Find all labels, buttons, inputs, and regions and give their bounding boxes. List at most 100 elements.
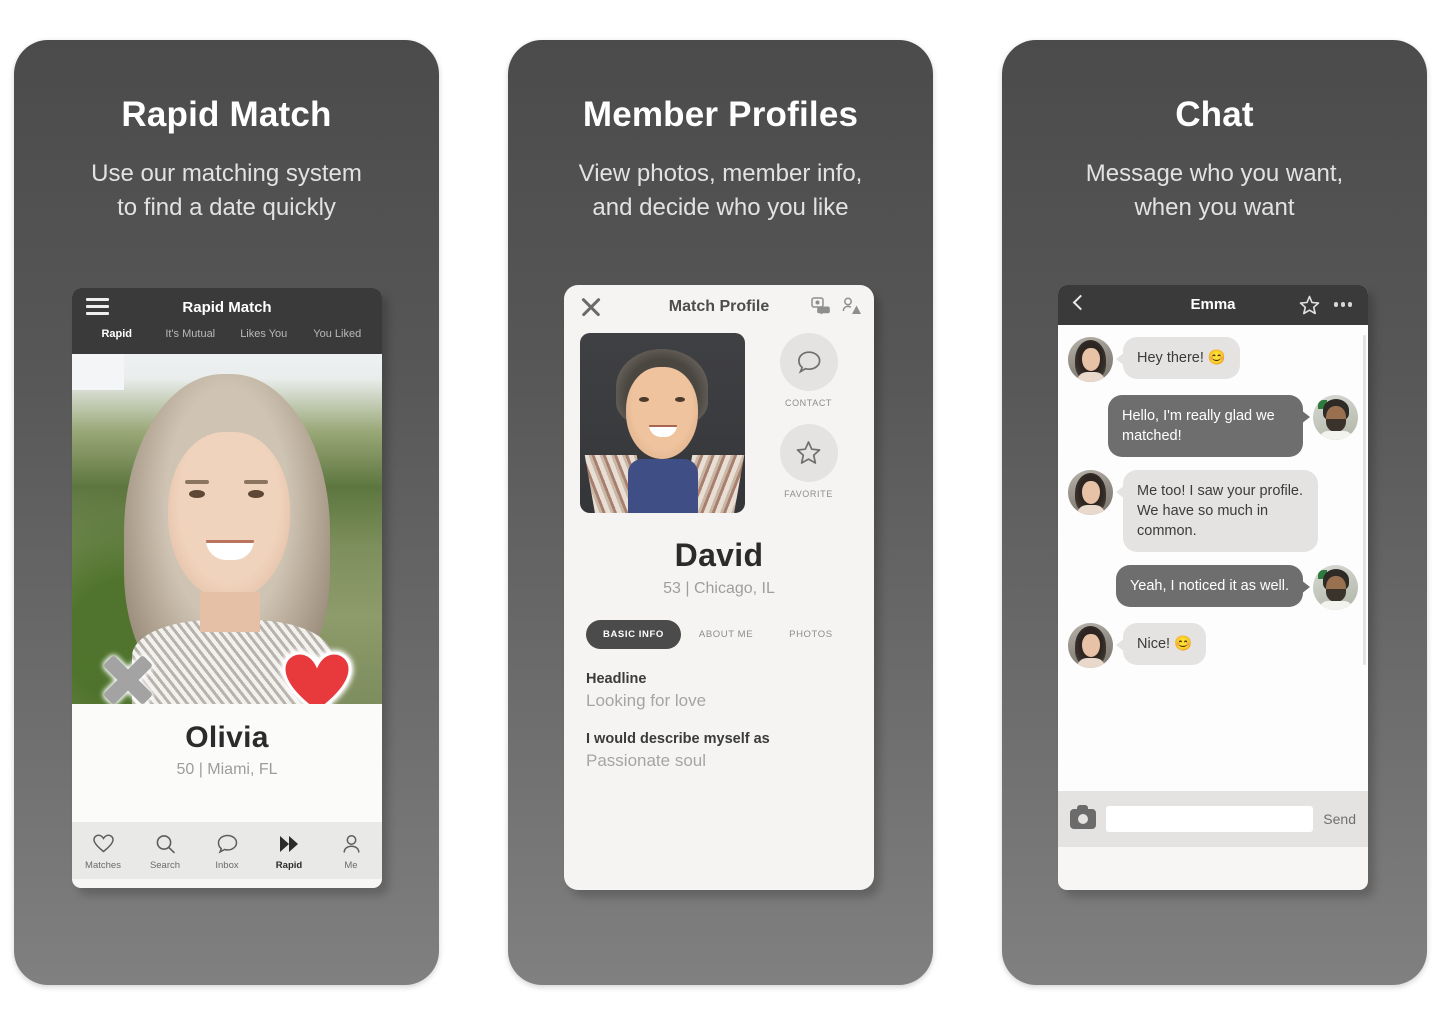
- message-bubble: Me too! I saw your profile. We have so m…: [1116, 470, 1318, 552]
- chat-contact-name: Emma: [1190, 296, 1236, 313]
- send-button[interactable]: Send: [1323, 811, 1356, 827]
- tab-bar: Rapid It's Mutual Likes You You Liked: [72, 328, 382, 354]
- header-actions: [811, 297, 862, 320]
- star-icon[interactable]: [1299, 295, 1320, 320]
- tab-about-me[interactable]: ABOUT ME: [681, 629, 771, 640]
- tab-photos[interactable]: PHOTOS: [771, 629, 851, 640]
- card-title: Rapid Match: [121, 95, 332, 134]
- avatar[interactable]: [1068, 470, 1113, 515]
- nav-item-matches[interactable]: Matches: [72, 834, 134, 871]
- card-subtitle: Use our matching system to find a date q…: [91, 160, 362, 221]
- nav-item-rapid[interactable]: Rapid: [258, 834, 320, 871]
- swipe-actions: [72, 651, 382, 704]
- nav-label: Inbox: [215, 860, 239, 871]
- photo-eye-left: [639, 397, 649, 402]
- photo-brow-left: [185, 480, 209, 484]
- tab-you-liked[interactable]: You Liked: [301, 328, 375, 340]
- message-bubble: Yeah, I noticed it as well.: [1115, 565, 1311, 607]
- avatar[interactable]: [1313, 395, 1358, 440]
- double-chevron-icon: [258, 834, 320, 857]
- chat-message: Hey there! 😊: [1068, 337, 1358, 382]
- nav-label: Matches: [85, 860, 121, 871]
- card-title: Chat: [1175, 95, 1254, 134]
- tab-rapid[interactable]: Rapid: [80, 328, 154, 340]
- contact-label: CONTACT: [784, 398, 833, 408]
- nav-label: Me: [344, 860, 358, 871]
- phone-screen-chat: Emma Hey there! 😊 Hello, I'm really glad…: [1058, 285, 1368, 890]
- photo-sky-patch: [72, 354, 124, 390]
- card-subtitle: View photos, member info, and decide who…: [578, 160, 863, 221]
- bottom-nav: Matches Search Inbox Rapid Me: [72, 822, 382, 879]
- avatar[interactable]: [1068, 337, 1113, 382]
- person-icon: [320, 834, 382, 857]
- heart-icon: [72, 834, 134, 857]
- profile-field-describe: I would describe myself as Passionate so…: [586, 731, 874, 771]
- photo-neck: [200, 592, 260, 632]
- heart-icon[interactable]: [282, 651, 352, 704]
- favorite-button[interactable]: [779, 424, 838, 482]
- scrollbar[interactable]: [1363, 335, 1366, 665]
- avatar[interactable]: [1313, 565, 1358, 610]
- chat-message: Me too! I saw your profile. We have so m…: [1068, 470, 1358, 552]
- profile-tabs: BASIC INFO ABOUT ME PHOTOS: [586, 620, 874, 649]
- nav-item-inbox[interactable]: Inbox: [196, 834, 258, 871]
- profile-field-headline: Headline Looking for love: [586, 671, 874, 711]
- chat-message: Yeah, I noticed it as well.: [1068, 565, 1358, 610]
- avatar[interactable]: [1068, 623, 1113, 668]
- match-name: Olivia: [185, 721, 269, 754]
- photo-eye-right: [675, 397, 685, 402]
- message-bubble: Hey there! 😊: [1116, 337, 1240, 379]
- match-meta: 50 | Miami, FL: [176, 761, 278, 778]
- nav-label: Rapid: [275, 860, 303, 871]
- match-info: Olivia 50 | Miami, FL: [72, 704, 382, 822]
- profile-name: David: [674, 537, 764, 573]
- tab-likes-you[interactable]: Likes You: [227, 328, 301, 340]
- profile-topbar: Match Profile: [564, 285, 874, 329]
- card-subtitle: Message who you want, when you want: [1085, 160, 1344, 221]
- feature-card-rapid-match: Rapid Match Use our matching system to f…: [14, 40, 439, 985]
- profile-photo[interactable]: [580, 333, 745, 513]
- chat-topbar: Emma: [1058, 285, 1368, 325]
- feature-card-chat: Chat Message who you want, when you want…: [1002, 40, 1427, 985]
- photo-eye-right: [248, 490, 264, 498]
- chat-input-bar: Send: [1058, 791, 1368, 847]
- photo-chat-icon[interactable]: [811, 297, 831, 320]
- profile-side-actions: CONTACT FAVORITE: [745, 333, 858, 515]
- card-title: Member Profiles: [582, 95, 859, 134]
- field-value: Passionate soul: [586, 751, 707, 770]
- profile-meta: 53 | Chicago, IL: [663, 580, 775, 597]
- phone-screen-member-profile: Match Profile CONTACT FAVORITE David 53 …: [564, 285, 874, 890]
- block-user-icon[interactable]: [842, 297, 862, 320]
- nav-label: Search: [149, 860, 181, 871]
- feature-card-member-profiles: Member Profiles View photos, member info…: [508, 40, 933, 985]
- tab-its-mutual[interactable]: It's Mutual: [154, 328, 228, 340]
- field-value: Looking for love: [586, 691, 707, 710]
- profile-photo-row: CONTACT FAVORITE: [564, 329, 874, 515]
- message-bubble: Hello, I'm really glad we matched!: [1108, 395, 1310, 457]
- favorite-label: FAVORITE: [784, 489, 833, 499]
- screenshot-stage: Rapid Match Use our matching system to f…: [0, 0, 1440, 1028]
- message-bubble: Nice! 😊: [1115, 623, 1207, 665]
- chat-message: Nice! 😊: [1068, 623, 1358, 668]
- nav-item-search[interactable]: Search: [134, 834, 196, 871]
- match-photo[interactable]: [72, 354, 382, 704]
- contact-button[interactable]: [779, 333, 838, 391]
- close-icon[interactable]: [580, 296, 602, 318]
- chat-message: Hello, I'm really glad we matched!: [1068, 395, 1358, 457]
- search-icon: [134, 834, 196, 857]
- photo-brow-right: [244, 480, 268, 484]
- x-icon[interactable]: [98, 650, 158, 704]
- ellipsis-icon[interactable]: [1333, 302, 1352, 307]
- field-label: I would describe myself as: [586, 731, 770, 747]
- message-input[interactable]: [1106, 806, 1314, 832]
- tab-basic-info[interactable]: BASIC INFO: [586, 620, 681, 649]
- nav-item-me[interactable]: Me: [320, 834, 382, 871]
- app-topbar: Rapid Match: [72, 288, 382, 328]
- hamburger-icon[interactable]: [86, 298, 109, 319]
- photo-face: [626, 367, 698, 459]
- chat-bubble-icon: [196, 834, 258, 857]
- camera-icon[interactable]: [1070, 805, 1096, 829]
- chat-message-list[interactable]: Hey there! 😊 Hello, I'm really glad we m…: [1058, 325, 1368, 791]
- field-label: Headline: [586, 671, 647, 687]
- photo-shirt: [628, 459, 698, 513]
